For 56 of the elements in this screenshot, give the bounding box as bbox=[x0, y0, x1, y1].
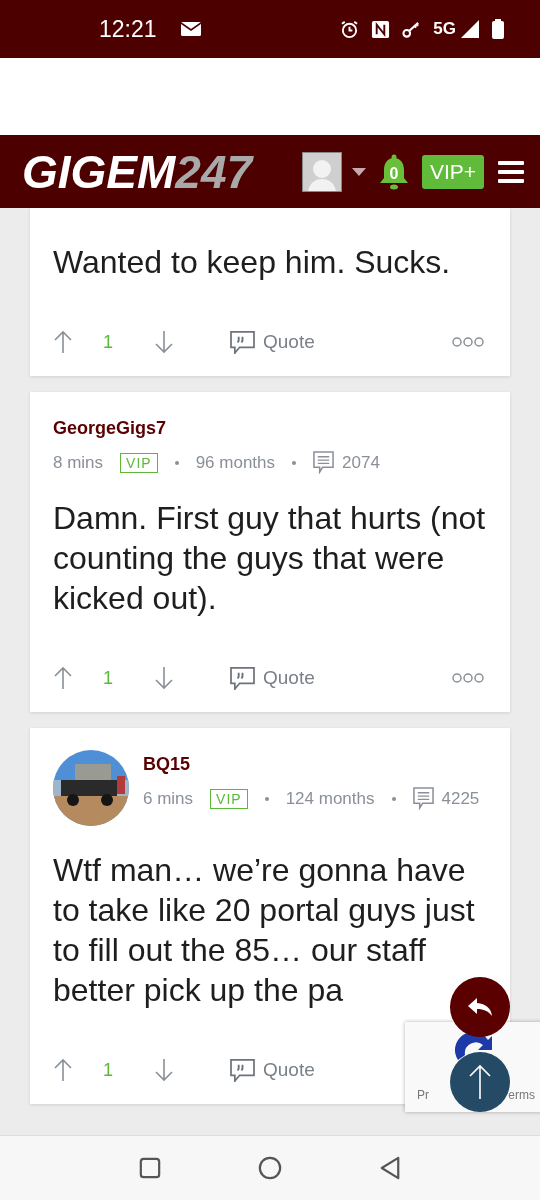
vip-badge: VIP bbox=[120, 452, 158, 473]
quote-icon bbox=[230, 330, 255, 354]
separator-dot bbox=[391, 796, 396, 801]
vote-count: 1 bbox=[103, 331, 113, 353]
mail-icon bbox=[180, 22, 201, 36]
user-avatar-icon[interactable] bbox=[301, 151, 342, 192]
terms-link[interactable]: erms bbox=[508, 1088, 535, 1102]
upvote-icon[interactable] bbox=[53, 330, 73, 354]
post-time: 6 mins bbox=[143, 788, 194, 809]
back-icon[interactable] bbox=[379, 1156, 402, 1180]
vote-count: 1 bbox=[103, 1059, 113, 1081]
post-text: Damn. First guy that hurts (not counting the guys that were kicked out). bbox=[53, 499, 486, 618]
quote-icon bbox=[230, 666, 255, 690]
quote-button[interactable]: Quote bbox=[230, 1058, 315, 1082]
clock: 12:21 bbox=[99, 15, 157, 43]
quote-button[interactable]: Quote bbox=[230, 330, 315, 354]
network-type: 5G bbox=[433, 19, 456, 39]
arrow-up-icon bbox=[468, 1064, 492, 1100]
recents-icon[interactable] bbox=[138, 1157, 161, 1179]
author-name[interactable]: GeorgeGigs7 bbox=[53, 418, 486, 439]
vote-count: 1 bbox=[103, 667, 113, 689]
post-text: Wanted to keep him. Sucks. bbox=[53, 243, 452, 282]
upvote-icon[interactable] bbox=[53, 666, 73, 690]
vip-button[interactable]: VIP+ bbox=[421, 154, 484, 189]
site-logo[interactable]: GIGEM247 bbox=[22, 144, 253, 199]
post-count: 4225 bbox=[441, 788, 480, 809]
comment-icon bbox=[313, 451, 335, 474]
nfc-icon bbox=[371, 19, 391, 39]
post-count: 2074 bbox=[342, 452, 380, 473]
separator-dot bbox=[174, 460, 179, 465]
author-name[interactable]: BQ15 bbox=[143, 754, 486, 775]
reply-icon bbox=[467, 997, 493, 1017]
comment-icon bbox=[412, 787, 434, 810]
signal-icon bbox=[460, 19, 480, 39]
more-icon[interactable] bbox=[452, 673, 484, 683]
quote-icon bbox=[230, 1058, 255, 1082]
privacy-link[interactable]: Pr bbox=[417, 1088, 429, 1102]
downvote-icon[interactable] bbox=[154, 666, 174, 690]
menu-icon[interactable] bbox=[498, 160, 524, 183]
member-tenure: 96 months bbox=[195, 452, 276, 473]
vip-badge: VIP bbox=[210, 788, 248, 809]
member-tenure: 124 months bbox=[285, 788, 375, 809]
separator-dot bbox=[264, 796, 269, 801]
post-text: Wtf man… we’re gonna have to take like 20 portal guys just to fill out the 85… our staff better pick up the pa bbox=[53, 851, 476, 1010]
caret-icon[interactable] bbox=[351, 167, 366, 176]
separator-dot bbox=[292, 460, 297, 465]
downvote-icon[interactable] bbox=[154, 1058, 174, 1082]
key-icon bbox=[402, 19, 422, 39]
downvote-icon[interactable] bbox=[154, 330, 174, 354]
quote-button[interactable]: Quote bbox=[230, 666, 315, 690]
alarm-icon bbox=[340, 19, 360, 39]
battery-icon bbox=[492, 19, 504, 39]
upvote-icon[interactable] bbox=[53, 1058, 73, 1082]
post-time: 8 mins bbox=[53, 452, 104, 473]
more-icon[interactable] bbox=[452, 337, 484, 347]
home-icon[interactable] bbox=[258, 1156, 282, 1180]
